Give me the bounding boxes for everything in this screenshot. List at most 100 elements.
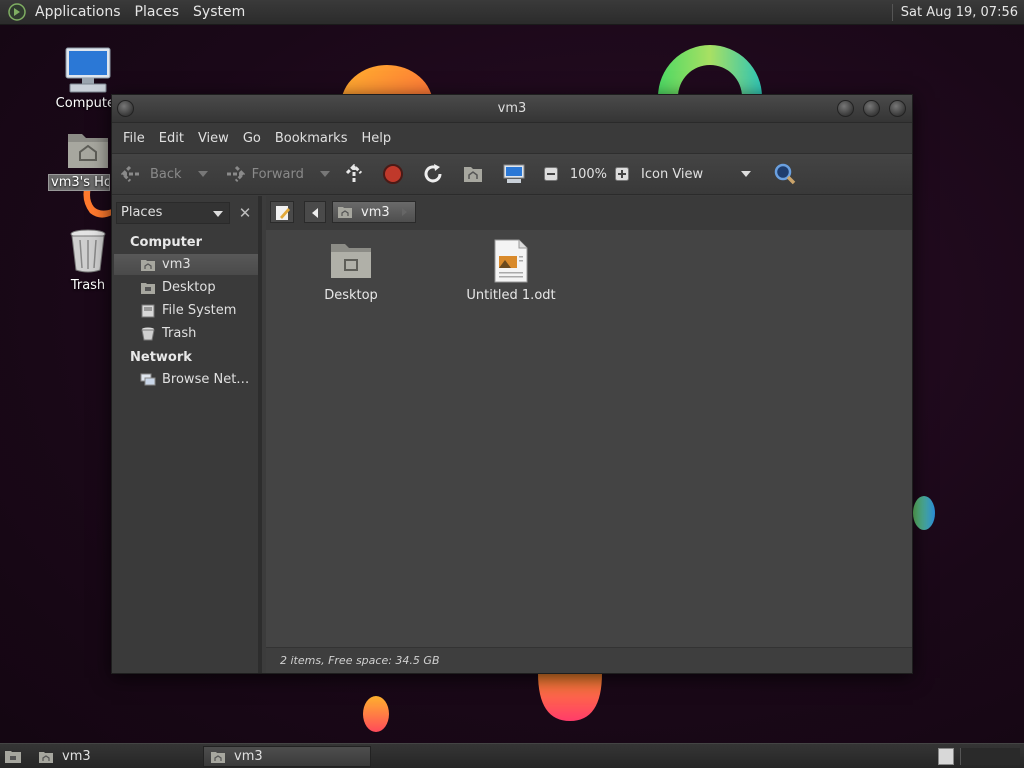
back-label: Back <box>150 166 182 182</box>
zoom-out-button[interactable] <box>543 167 564 181</box>
wallpaper-ring <box>658 45 762 97</box>
view-mode-label: Icon View <box>641 166 704 182</box>
folder-icon <box>331 244 371 278</box>
sidebar-item-file-system[interactable]: File System <box>114 300 258 321</box>
edit-location-button[interactable] <box>270 201 294 223</box>
computer-button[interactable] <box>502 163 532 185</box>
toolbar: Back Forward 100% Icon View <box>112 153 912 195</box>
menu-edit[interactable]: Edit <box>152 131 191 146</box>
path-scroll-left-button[interactable] <box>304 201 326 223</box>
forward-button[interactable]: Forward <box>222 164 304 184</box>
up-button[interactable] <box>344 163 370 185</box>
zoom-in-icon <box>615 167 630 181</box>
computer-icon <box>503 164 525 183</box>
workspace-switcher[interactable] <box>938 748 954 765</box>
top-panel: Applications Places System Sat Aug 19, 0… <box>0 0 1024 25</box>
close-button[interactable] <box>889 100 906 117</box>
window-title: vm3 <box>497 101 527 116</box>
path-button-label: vm3 <box>361 204 390 220</box>
menu-bookmarks[interactable]: Bookmarks <box>268 131 355 146</box>
zoom-level: 100% <box>569 166 608 182</box>
home-folder-icon <box>141 260 155 271</box>
sidebar-close-button[interactable]: ✕ <box>234 202 256 224</box>
menu-go[interactable]: Go <box>236 131 268 146</box>
file-view[interactable]: Desktop Untitled 1.odt <box>266 230 912 647</box>
sidebar-item-label: File System <box>162 303 237 318</box>
file-name: Desktop <box>324 288 378 303</box>
system-menu[interactable]: System <box>186 4 252 20</box>
home-folder-icon <box>211 751 225 763</box>
file-item[interactable]: Desktop <box>296 238 406 303</box>
sidebar-item-desktop[interactable]: Desktop <box>114 277 258 298</box>
sidebar-heading-network: Network <box>130 350 192 365</box>
window-titlebar[interactable]: vm3 <box>112 95 912 123</box>
desktop-icon-label: vm3's Home <box>48 174 110 191</box>
applications-menu[interactable]: Applications <box>28 4 128 20</box>
search-button[interactable] <box>773 162 803 186</box>
sidebar-item-vm3[interactable]: vm3 <box>114 254 258 275</box>
file-item[interactable]: Untitled 1.odt <box>456 238 566 303</box>
menu-view[interactable]: View <box>191 131 236 146</box>
sidebar-heading-computer: Computer <box>130 235 203 250</box>
taskbar-item-label: vm3 <box>62 749 91 764</box>
chevron-down-icon <box>741 171 752 177</box>
taskbar-item[interactable]: vm3 <box>32 746 202 767</box>
drive-icon <box>141 304 155 318</box>
clock[interactable]: Sat Aug 19, 07:56 <box>891 4 1018 21</box>
reload-icon <box>424 164 442 183</box>
sidebar-item-label: vm3 <box>162 257 191 272</box>
trash-icon <box>141 327 155 341</box>
workspace-switcher-empty[interactable] <box>960 748 1020 765</box>
back-history-dropdown[interactable] <box>197 171 208 177</box>
chevron-right-icon[interactable] <box>402 208 407 216</box>
status-bar: 2 items, Free space: 34.5 GB <box>266 647 912 673</box>
sidebar-item-label: Trash <box>162 326 197 341</box>
wallpaper-orange-blob-bottom <box>538 673 602 721</box>
wallpaper-small-blob <box>363 696 389 732</box>
home-folder-icon <box>39 751 53 763</box>
back-button[interactable]: Back <box>120 164 182 184</box>
bottom-panel: vm3 vm3 <box>0 743 1024 768</box>
sidebar: Places ✕ Computer vm3 Desktop File Syste… <box>112 196 262 673</box>
document-icon <box>494 239 528 283</box>
places-menu[interactable]: Places <box>128 4 187 20</box>
file-name: Untitled 1.odt <box>466 288 556 303</box>
stop-button[interactable] <box>382 163 410 185</box>
view-mode-select[interactable]: Icon View <box>641 166 752 182</box>
close-icon: ✕ <box>238 204 252 222</box>
menubar: File Edit View Go Bookmarks Help <box>112 123 912 153</box>
forward-history-dropdown[interactable] <box>319 171 330 177</box>
home-folder-icon <box>338 207 352 218</box>
zoom-in-button[interactable] <box>615 167 635 181</box>
home-button[interactable] <box>462 164 490 184</box>
back-arrow-icon <box>120 165 141 183</box>
desktop-folder-icon <box>141 283 155 294</box>
chevron-down-icon <box>213 211 223 217</box>
show-desktop-button[interactable] <box>4 748 22 768</box>
home-folder-icon <box>463 167 482 182</box>
sidebar-item-browse-network[interactable]: Browse Net… <box>114 369 258 390</box>
search-icon <box>774 163 796 185</box>
trash-icon <box>70 229 106 273</box>
distro-logo-icon[interactable] <box>8 3 26 21</box>
sidebar-type-select[interactable]: Places <box>116 202 230 224</box>
up-arrow-icon <box>345 163 362 183</box>
minimize-button[interactable] <box>837 100 854 117</box>
location-bar: vm3 <box>266 196 912 230</box>
show-desktop-icon <box>5 751 21 763</box>
sidebar-item-trash[interactable]: Trash <box>114 323 258 344</box>
reload-button[interactable] <box>422 163 450 185</box>
maximize-button[interactable] <box>863 100 880 117</box>
menu-file[interactable]: File <box>116 131 152 146</box>
wallpaper-teal-blob <box>913 496 935 530</box>
computer-icon <box>65 47 111 93</box>
chevron-left-icon <box>312 208 318 218</box>
network-icon <box>140 373 156 386</box>
taskbar-item-label: vm3 <box>234 749 263 764</box>
taskbar-item-active[interactable]: vm3 <box>203 746 371 767</box>
pencil-edit-icon <box>276 206 290 220</box>
sidebar-item-label: Browse Net… <box>162 372 250 387</box>
forward-arrow-icon <box>224 165 245 183</box>
menu-help[interactable]: Help <box>354 131 398 146</box>
home-folder-icon <box>68 134 108 168</box>
